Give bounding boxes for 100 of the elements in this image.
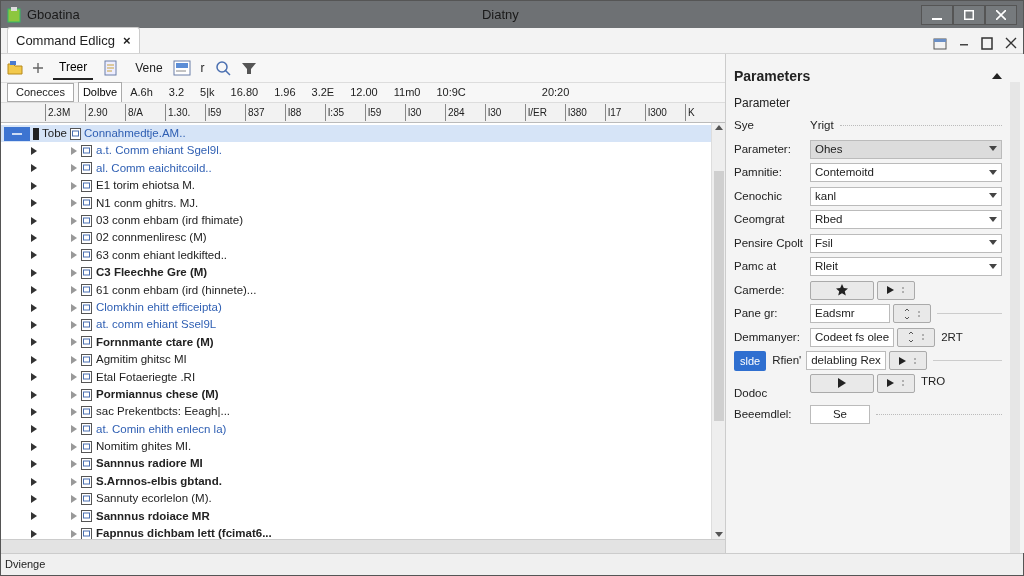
document-icon <box>81 197 92 210</box>
delete-button[interactable]: Dolbve <box>77 82 123 103</box>
ruler-label: 16.80 <box>229 85 260 101</box>
window-icon[interactable] <box>172 60 191 76</box>
dropdown-arrow-icon <box>989 146 997 153</box>
play-button[interactable] <box>877 373 915 393</box>
document-tab[interactable]: Command Edlicg × <box>7 26 140 53</box>
tree-item[interactable]: at. Comin ehith enlecn la) <box>96 420 227 438</box>
ruler-tick: 837 <box>245 104 285 121</box>
dropdown-value: Ohes <box>815 141 843 157</box>
expand-icon[interactable] <box>71 321 77 329</box>
ruler-tick: l380 <box>565 104 605 121</box>
field-label: Rfien' <box>772 353 803 369</box>
document-icon <box>81 527 92 539</box>
plus-icon[interactable] <box>33 63 43 73</box>
play-button[interactable] <box>810 373 874 393</box>
vertical-scrollbar[interactable] <box>1010 82 1020 553</box>
tree-item[interactable]: Sannuty ecorlelon (M). <box>96 490 212 508</box>
dropdown-value: Contemoitd <box>815 165 874 181</box>
tree-item[interactable]: 63 conm ehiant ledkifted.. <box>96 246 228 265</box>
document-icon[interactable] <box>103 60 120 76</box>
tree-item[interactable]: Sannnus rdoiace MR <box>96 507 210 525</box>
document-icon <box>81 353 92 366</box>
tree-item[interactable]: 61 conm ehbam (ird (hinnete)... <box>96 281 257 299</box>
ruler-tick: 2.3M <box>45 104 85 121</box>
dropdown[interactable]: kanl <box>810 186 1002 206</box>
dropdown-arrow-icon <box>989 169 997 176</box>
tab-close-button[interactable]: × <box>123 30 131 50</box>
vertical-scrollbar[interactable] <box>711 123 725 539</box>
window-subtitle: Diatny <box>481 5 519 24</box>
dropdown-arrow-icon <box>989 240 997 247</box>
tree-item[interactable]: a.t. Comm ehiant Sgel9l. <box>96 142 222 160</box>
filter-field[interactable]: Conecces <box>7 83 74 102</box>
document-icon <box>81 440 92 453</box>
scrollbar-thumb[interactable] <box>713 171 724 421</box>
close-icon[interactable] <box>1005 36 1017 50</box>
ruler-label: 3.2 <box>167 85 186 101</box>
dropdown-button[interactable] <box>889 351 928 371</box>
filter-icon[interactable] <box>240 61 257 75</box>
field-label: Pamc at <box>734 259 778 275</box>
tree-item[interactable]: S.Arnnos-elbis gbtand. <box>96 472 222 491</box>
close-button[interactable] <box>985 4 1017 25</box>
tree-item[interactable]: al. Comm eaichitcoild.. <box>96 159 212 178</box>
document-icon <box>81 266 92 279</box>
field-label: Pensire Cpolt <box>734 235 805 251</box>
text-field[interactable]: Eadsmr <box>810 304 890 324</box>
document-icon <box>81 301 92 314</box>
tree-item[interactable]: N1 conm ghitrs. MJ. <box>96 194 199 212</box>
slide-button[interactable]: slde <box>734 350 767 371</box>
tree-item[interactable]: Nomitim ghites MI. <box>96 438 192 456</box>
tree-item[interactable]: E1 torim ehiotsa M. <box>96 177 196 195</box>
ruler-tick: l59 <box>365 104 405 121</box>
play-button[interactable] <box>877 280 915 300</box>
search-icon[interactable] <box>214 60 231 76</box>
dropdown[interactable]: Rbed <box>810 210 1002 230</box>
minimize-button[interactable] <box>921 4 953 25</box>
text-field[interactable]: Codeet fs olee <box>810 327 895 347</box>
bookmark-icon <box>33 127 39 140</box>
tree-tab[interactable]: Treer <box>53 56 94 80</box>
tree-item[interactable]: Etal Fotaeriegte .RI <box>96 368 196 386</box>
text-field[interactable]: Se <box>810 404 870 424</box>
tree-item[interactable]: Sannnus radiore MI <box>96 455 203 473</box>
ruler-label: A.6h <box>129 85 154 101</box>
tree-item[interactable]: sac Prekentbcts: Eeagh|... <box>96 403 231 421</box>
field-value: Yrigt <box>810 118 834 134</box>
ruler-tick: l30 <box>485 104 525 121</box>
text-field[interactable]: delabling Rex <box>806 351 887 371</box>
ruler-tick: 2.90 <box>85 104 125 121</box>
folder-icon[interactable] <box>7 60 23 76</box>
dropdown-arrow-icon <box>989 263 997 270</box>
document-icon <box>81 492 92 505</box>
dropdown[interactable]: Contemoitd <box>810 163 1002 183</box>
tree-item[interactable]: Connahmedtje.AM.. <box>83 125 186 143</box>
field-label: Beeemdlel: <box>734 406 793 422</box>
document-icon <box>81 458 92 471</box>
dropdown[interactable]: Fsil <box>810 233 1002 253</box>
tree-item[interactable]: Agmitim ghitsc MI <box>96 351 187 369</box>
view-label: Vene <box>135 60 163 77</box>
document-icon <box>81 249 92 262</box>
dropdown[interactable]: Rleit <box>810 257 1002 277</box>
maximize-button[interactable] <box>953 4 985 25</box>
tree-item[interactable]: 02 connmenliresc (M) <box>96 229 207 247</box>
ruler-label: 5|k <box>199 85 216 101</box>
ruler-label: 3.2E <box>310 85 336 101</box>
field-label: Demmanyer: <box>734 329 801 345</box>
tree-item[interactable]: Fapnnus dichbam lett (fcimat6... <box>96 525 272 539</box>
close-icon <box>996 9 1006 20</box>
dropdown-value: kanl <box>815 188 837 204</box>
panel-icon[interactable] <box>933 36 947 50</box>
tree-item[interactable]: C3 Fleechhe Gre (M) <box>96 264 208 282</box>
tree-item[interactable]: Fornnmante ctare (M) <box>96 333 214 351</box>
document-icon <box>81 145 92 158</box>
star-button[interactable] <box>810 280 874 300</box>
collapse-icon[interactable] <box>992 72 1002 80</box>
horizontal-scrollbar[interactable] <box>1 539 725 553</box>
tree-item[interactable]: Pormiannus chese (M) <box>96 385 219 404</box>
tree-item[interactable]: 03 conm ehbam (ird fhimate) <box>96 212 243 230</box>
tree-item[interactable]: at. comm ehiant Ssel9L <box>96 316 217 334</box>
maximize-icon[interactable] <box>981 36 993 50</box>
tree-item[interactable]: Clomkhin ehitt efficeipta) <box>96 298 222 317</box>
